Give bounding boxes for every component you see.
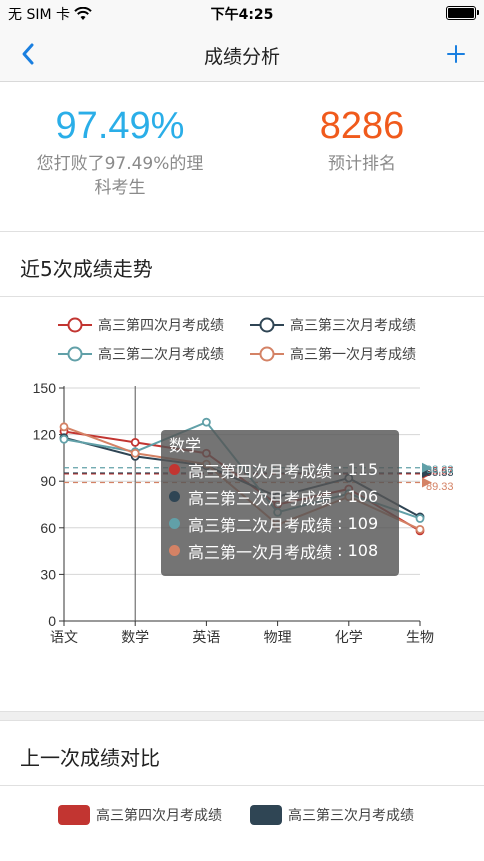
tooltip-value: 115 xyxy=(347,460,379,479)
beat-percentage-value: 97.49% xyxy=(55,105,185,147)
beat-percentage-label: 您打败了97.49%的理 科考生 xyxy=(20,152,220,200)
average-mark-label: 89.33 xyxy=(426,481,454,493)
tooltip-separator: : xyxy=(332,487,348,506)
tooltip-dot-icon xyxy=(169,491,180,502)
data-point xyxy=(201,417,211,427)
tooltip-row: 高三第二次月考成绩 : 109 xyxy=(169,510,391,537)
data-point xyxy=(130,437,140,447)
rank-stat: 8286 预计排名 xyxy=(262,104,462,176)
battery-icon xyxy=(446,6,479,20)
tooltip-value: 108 xyxy=(347,541,379,560)
tooltip-separator: : xyxy=(332,541,348,560)
compare-legend-item-1[interactable]: 高三第三次月考成绩 xyxy=(250,803,414,827)
tooltip-row: 高三第一次月考成绩 : 108 xyxy=(169,537,391,564)
beat-percentage-label-line2: 科考生 xyxy=(94,178,146,198)
data-point xyxy=(130,448,140,458)
compare-legend-swatch-1 xyxy=(250,805,282,825)
trend-section-header: 近5次成绩走势 xyxy=(0,233,484,297)
tooltip-value: 109 xyxy=(347,514,379,533)
data-point xyxy=(59,434,69,444)
data-point xyxy=(59,422,69,432)
y-tick-label: 30 xyxy=(40,566,56,582)
tooltip-row: 高三第四次月考成绩 : 115 xyxy=(169,456,391,483)
section-divider xyxy=(0,711,484,721)
add-button[interactable] xyxy=(440,38,472,70)
status-time: 下午4:25 xyxy=(210,7,274,23)
chart-tooltip: 数学 高三第四次月考成绩 : 115 高三第三次月考成绩 : 106 高三第二次… xyxy=(161,430,399,576)
page-title: 成绩分析 xyxy=(203,46,280,68)
tooltip-dot-icon xyxy=(169,518,180,529)
compare-legend-label-0: 高三第四次月考成绩 xyxy=(96,808,222,824)
compare-section-header: 上一次成绩对比 xyxy=(0,722,484,786)
tooltip-title: 数学 xyxy=(169,436,202,455)
y-tick-label: 120 xyxy=(33,427,57,443)
tooltip-series-name: 高三第一次月考成绩 xyxy=(188,542,333,562)
status-bar: 无 SIM 卡 下午4:25 xyxy=(0,0,484,26)
tooltip-separator: : xyxy=(332,460,348,479)
x-tick-label: 数学 xyxy=(121,630,149,646)
x-tick-label: 生物 xyxy=(406,630,434,646)
plus-icon xyxy=(447,45,465,63)
tooltip-separator: : xyxy=(332,514,348,533)
stats-summary: 97.49% 您打败了97.49%的理 科考生 8286 预计排名 xyxy=(0,82,484,232)
compare-legend-swatch-0 xyxy=(58,805,90,825)
y-tick-label: 90 xyxy=(40,473,56,489)
tooltip-value: 106 xyxy=(347,487,379,506)
x-tick-label: 化学 xyxy=(335,630,363,646)
compare-section-title: 上一次成绩对比 xyxy=(20,746,160,770)
tooltip-row: 高三第三次月考成绩 : 106 xyxy=(169,483,391,510)
rank-value: 8286 xyxy=(319,105,405,147)
x-tick-label: 物理 xyxy=(264,630,292,646)
x-tick-label: 语文 xyxy=(50,630,78,646)
tooltip-dot-icon xyxy=(169,464,180,475)
tooltip-series-name: 高三第三次月考成绩 xyxy=(188,488,333,508)
y-tick-label: 150 xyxy=(33,380,57,396)
data-point xyxy=(415,524,425,534)
average-mark-label: 98.33 xyxy=(426,464,454,476)
tooltip-series-name: 高三第二次月考成绩 xyxy=(188,515,333,535)
trend-section-title: 近5次成绩走势 xyxy=(20,257,153,281)
rank-label: 预计排名 xyxy=(328,154,396,174)
data-point xyxy=(415,514,425,523)
tooltip-series-name: 高三第四次月考成绩 xyxy=(188,461,333,481)
beat-percentage-stat: 97.49% 您打败了97.49%的理 科考生 xyxy=(20,104,220,200)
beat-percentage-label-line1: 您打败了97.49%的理 xyxy=(36,154,204,174)
tooltip-dot-icon xyxy=(169,545,180,556)
y-tick-label: 0 xyxy=(48,613,56,629)
x-tick-label: 英语 xyxy=(192,629,220,646)
navigation-bar: 成绩分析 xyxy=(0,26,484,82)
compare-legend-label-1: 高三第三次月考成绩 xyxy=(288,808,414,824)
compare-legend-item-0[interactable]: 高三第四次月考成绩 xyxy=(58,803,222,827)
y-tick-label: 60 xyxy=(40,520,56,536)
